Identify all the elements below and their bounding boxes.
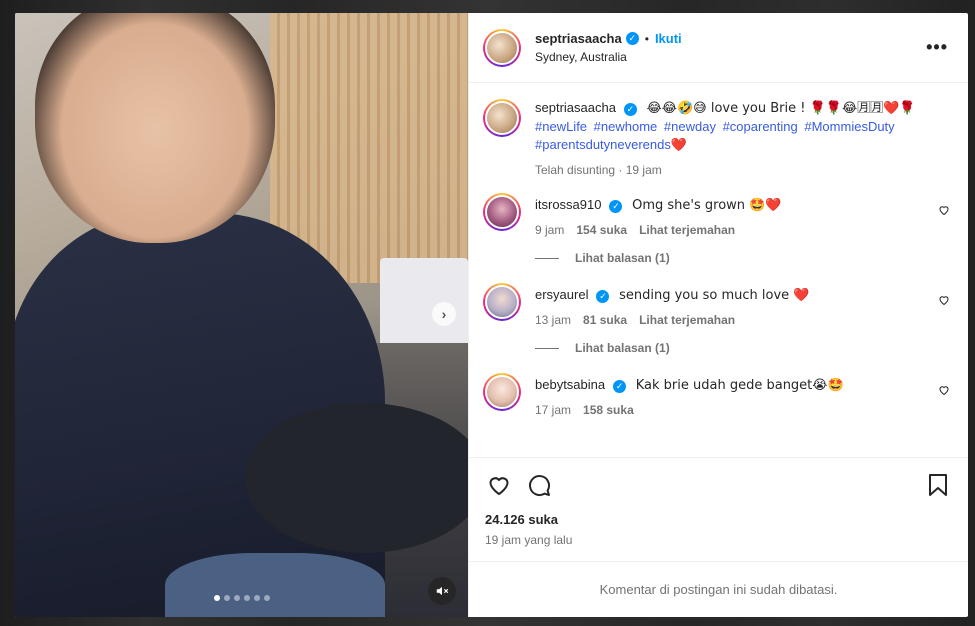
view-replies-label: Lihat balasan (1)	[575, 251, 670, 265]
comment-text: Kak brie udah gede banget😭🤩	[635, 378, 844, 393]
view-replies-button[interactable]: Lihat balasan (1)	[535, 341, 952, 355]
comment-text: Omg she's grown 🤩❤️	[632, 198, 782, 213]
hashtag-link[interactable]: #MommiesDuty	[804, 119, 894, 134]
comment-time: 9 jam	[535, 223, 565, 237]
carousel-dots	[15, 595, 468, 601]
caption-text: 😂😂🤣😅 love you Brie ! 🌹🌹😂🈷🈷❤️🌹	[646, 101, 916, 116]
post-location[interactable]: Sydney, Australia	[535, 50, 922, 64]
heart-icon	[489, 477, 509, 495]
like-count[interactable]: 24.126 suka	[485, 512, 952, 527]
post-caption: septriasaacha ✓ 😂😂🤣😅 love you Brie ! 🌹🌹😂🈷…	[483, 99, 952, 177]
comment-time: 13 jam	[535, 313, 572, 327]
caption-username[interactable]: septriasaacha	[535, 100, 616, 115]
carousel-dot	[233, 595, 240, 601]
chevron-right-icon: ›	[441, 306, 447, 322]
comment-likes[interactable]: 154 suka	[576, 223, 627, 237]
carousel-dot	[223, 595, 230, 601]
author-avatar[interactable]	[483, 28, 521, 67]
follow-button[interactable]: Ikuti	[655, 31, 682, 46]
comment-like-heart-icon[interactable]	[936, 293, 952, 309]
comment-item: itsrossa910 ✓ Omg she's grown 🤩❤️ 9 jam 1…	[483, 193, 952, 237]
comment-time: 17 jam	[535, 403, 572, 417]
separator-dot: •	[644, 31, 649, 46]
post-header: septriasaacha ✓ • Ikuti Sydney, Australi…	[469, 13, 968, 83]
comment-bubble-icon	[529, 475, 551, 497]
hashtag-link[interactable]: #newday	[664, 119, 716, 134]
media-subject-knee	[245, 403, 468, 553]
hashtag-link[interactable]: #coparenting	[723, 119, 798, 134]
save-button[interactable]	[924, 471, 952, 499]
like-button[interactable]	[485, 471, 513, 499]
post-details-panel: septriasaacha ✓ • Ikuti Sydney, Australi…	[468, 13, 968, 617]
comments-disabled-notice: Komentar di postingan ini sudah dibatasi…	[469, 561, 968, 617]
more-options-icon[interactable]: •••	[922, 33, 952, 62]
hashtag-link[interactable]: #newLife	[535, 119, 587, 134]
comment-button[interactable]	[525, 471, 553, 499]
verified-badge-icon: ✓	[596, 289, 610, 303]
view-replies-button[interactable]: Lihat balasan (1)	[535, 251, 952, 265]
verified-badge-icon: ✓	[613, 379, 627, 393]
commenter-avatar[interactable]	[483, 373, 521, 411]
media-subject-jeans	[165, 553, 385, 617]
commenter-username[interactable]: itsrossa910	[535, 197, 601, 212]
caption-author-avatar[interactable]	[483, 99, 521, 137]
verified-badge-icon: ✓	[625, 32, 639, 45]
hashtag-link[interactable]: #newhome	[594, 119, 658, 134]
post-time[interactable]: 19 jam yang lalu	[485, 533, 952, 547]
bookmark-icon	[929, 474, 947, 496]
hashtag-link[interactable]: #parentsdutyneverends	[535, 137, 671, 152]
verified-badge-icon: ✓	[609, 199, 623, 213]
view-replies-label: Lihat balasan (1)	[575, 341, 670, 355]
post-actions: 24.126 suka 19 jam yang lalu	[469, 457, 968, 561]
commenter-avatar[interactable]	[483, 283, 521, 321]
replies-divider	[535, 257, 559, 259]
comment-text: sending you so much love ❤️	[619, 288, 810, 303]
author-username[interactable]: septriasaacha	[535, 31, 622, 46]
caption-edited-time: Telah disunting · 19 jam	[535, 163, 662, 177]
see-translation-button[interactable]: Lihat terjemahan	[639, 223, 735, 237]
comment-item: bebytsabina ✓ Kak brie udah gede banget😭🤩…	[483, 373, 952, 417]
commenter-username[interactable]: ersyaurel	[535, 287, 588, 302]
media-subject-head	[35, 13, 275, 243]
post-modal: › septriasaacha ✓ • Ikuti Sydney, Austra…	[15, 13, 968, 617]
commenter-username[interactable]: bebytsabina	[535, 377, 605, 392]
commenter-avatar[interactable]	[483, 193, 521, 231]
verified-badge-icon: ✓	[623, 102, 637, 116]
next-slide-button[interactable]: ›	[432, 302, 456, 326]
comment-item: ersyaurel ✓ sending you so much love ❤️ 1…	[483, 283, 952, 327]
see-translation-button[interactable]: Lihat terjemahan	[639, 313, 735, 327]
post-media[interactable]: ›	[15, 13, 468, 617]
carousel-dot	[253, 595, 260, 601]
carousel-dot	[263, 595, 270, 601]
comment-like-heart-icon[interactable]	[936, 383, 952, 399]
comments-list[interactable]: septriasaacha ✓ 😂😂🤣😅 love you Brie ! 🌹🌹😂🈷…	[469, 83, 968, 457]
comment-like-heart-icon[interactable]	[936, 203, 952, 219]
comment-likes[interactable]: 158 suka	[583, 403, 634, 417]
comment-likes[interactable]: 81 suka	[583, 313, 627, 327]
comments-disabled-text: Komentar di postingan ini sudah dibatasi…	[599, 582, 838, 597]
carousel-dot	[243, 595, 250, 601]
replies-divider	[535, 347, 559, 349]
carousel-dot	[213, 595, 220, 601]
caption-tail-emoji: ❤️	[670, 138, 688, 153]
